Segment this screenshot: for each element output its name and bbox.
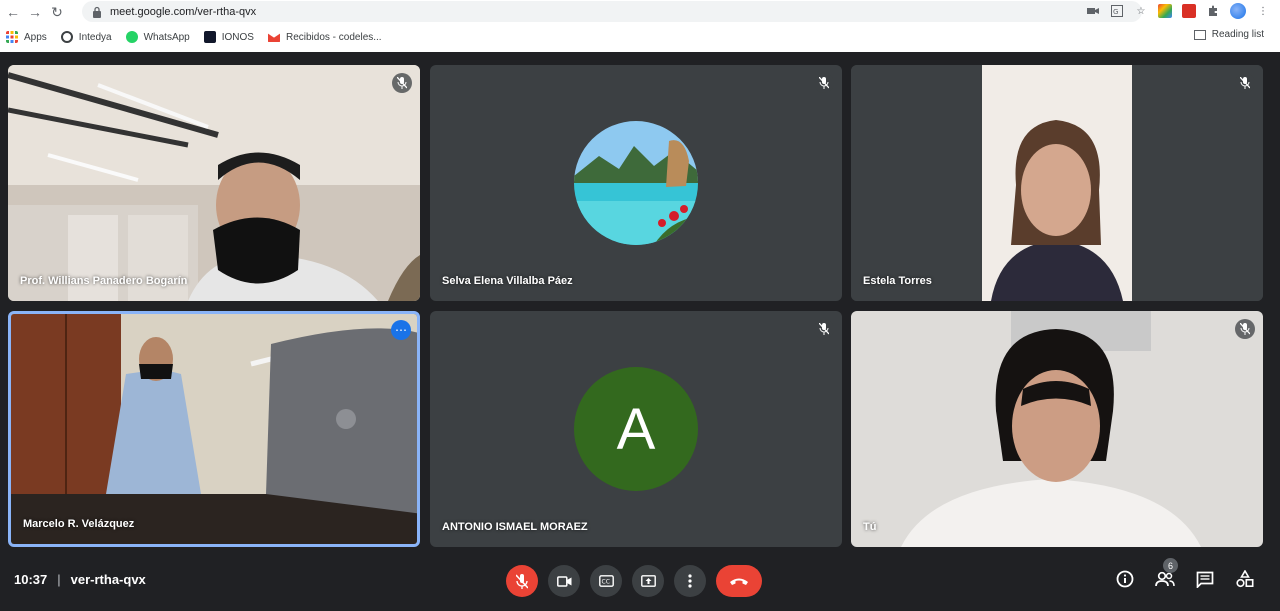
side-panel-controls: 6 — [1114, 558, 1256, 590]
participant-video — [8, 65, 420, 301]
bookmarks-bar: Apps Intedya WhatsApp IONOS Recibidos - … — [0, 27, 1280, 47]
mic-off-icon — [516, 573, 528, 589]
camera-toggle-button[interactable] — [548, 565, 580, 597]
present-now-button[interactable] — [632, 565, 664, 597]
present-icon — [640, 575, 656, 587]
mic-toggle-button[interactable] — [506, 565, 538, 597]
separator: | — [57, 572, 61, 587]
mic-off-icon — [1235, 73, 1255, 93]
activities-icon — [1236, 570, 1254, 588]
profile-avatar-icon[interactable] — [1230, 3, 1246, 19]
videocam-icon — [556, 575, 571, 587]
participant-avatar-letter: A — [574, 367, 698, 491]
mic-off-icon — [392, 73, 412, 93]
participant-name: Marcelo R. Velázquez — [23, 518, 135, 530]
bookmark-label: Recibidos - codeles... — [285, 31, 382, 43]
call-end-icon — [730, 578, 748, 585]
puzzle-icon[interactable] — [1206, 4, 1220, 18]
meeting-details-button[interactable] — [1114, 568, 1136, 590]
gmail-icon — [267, 32, 280, 42]
participant-tile[interactable]: Prof. Willians Panadero Bogarín — [8, 65, 420, 301]
colorful-extension-icon[interactable] — [1158, 4, 1172, 18]
participant-name: ANTONIO ISMAEL MORAEZ — [442, 521, 588, 533]
captions-icon: CC — [598, 575, 614, 587]
info-icon — [1116, 570, 1134, 588]
participant-tile[interactable]: Estela Torres — [851, 65, 1263, 301]
toolbar: ← → ↻ meet.google.com/ver-rtha-qvx G ☆ ⋮ — [0, 0, 1280, 24]
participant-name: Prof. Willians Panadero Bogarín — [20, 275, 188, 287]
apps-grid-icon — [6, 31, 18, 43]
ionos-icon — [203, 31, 216, 43]
participant-tile[interactable]: Selva Elena Villalba Páez — [430, 65, 842, 301]
reading-list-icon — [1193, 29, 1206, 40]
participant-count-badge: 6 — [1163, 558, 1178, 573]
mic-off-icon — [814, 319, 834, 339]
participant-video — [11, 314, 417, 544]
bookmark-label: WhatsApp — [143, 31, 190, 43]
mic-off-icon — [814, 73, 834, 93]
url-text: meet.google.com/ver-rtha-qvx — [110, 5, 257, 18]
participant-tile[interactable]: A ANTONIO ISMAEL MORAEZ — [430, 311, 842, 547]
meeting-info: 10:37 | ver-rtha-qvx — [14, 572, 146, 587]
participant-tile[interactable]: Tú — [851, 311, 1263, 547]
reload-icon[interactable]: ↻ — [46, 1, 68, 23]
forward-icon[interactable]: → — [24, 1, 46, 23]
participant-name: Selva Elena Villalba Páez — [442, 275, 573, 287]
menu-dots-icon[interactable]: ⋮ — [1256, 4, 1270, 18]
more-vert-icon — [688, 574, 692, 588]
whatsapp-icon — [125, 31, 138, 43]
mic-off-icon — [1235, 319, 1255, 339]
captions-button[interactable]: CC — [590, 565, 622, 597]
bookmark-gmail[interactable]: Recibidos - codeles... — [267, 31, 382, 43]
chat-icon — [1196, 571, 1214, 588]
more-options-button[interactable] — [674, 565, 706, 597]
participant-video — [851, 311, 1263, 547]
activities-button[interactable] — [1234, 568, 1256, 590]
bookmark-ionos[interactable]: IONOS — [203, 31, 254, 43]
bookmark-label: Intedya — [78, 31, 112, 43]
participant-name: Estela Torres — [863, 275, 932, 287]
browser-chrome: ← → ↻ meet.google.com/ver-rtha-qvx G ☆ ⋮… — [0, 0, 1280, 52]
call-controls: CC — [506, 565, 762, 597]
participants-button[interactable]: 6 — [1154, 558, 1178, 590]
svg-text:G: G — [1113, 8, 1118, 16]
participant-video — [851, 65, 1263, 301]
reading-list-label: Reading list — [1211, 29, 1264, 40]
translate-icon[interactable]: G — [1110, 4, 1124, 18]
pdf-extension-icon[interactable] — [1182, 4, 1196, 18]
participant-name: Tú — [863, 521, 877, 533]
chat-button[interactable] — [1194, 568, 1216, 590]
lock-icon — [93, 6, 101, 18]
camera-icon[interactable] — [1086, 4, 1100, 18]
extension-icons: G ☆ ⋮ — [1086, 3, 1270, 19]
more-options-button[interactable]: ⋯ — [391, 320, 411, 340]
reading-list-button[interactable]: Reading list — [1193, 29, 1264, 40]
meeting-code: ver-rtha-qvx — [70, 572, 146, 587]
globe-icon — [60, 31, 73, 43]
participant-tile[interactable]: ⋯ Marcelo R. Velázquez — [8, 311, 420, 547]
bookmark-label: IONOS — [221, 31, 254, 43]
bookmark-label: Apps — [24, 31, 47, 43]
participant-avatar-image — [574, 121, 698, 245]
meeting-time: 10:37 — [14, 572, 48, 587]
back-icon[interactable]: ← — [2, 1, 24, 23]
svg-text:CC: CC — [601, 579, 609, 586]
address-bar[interactable]: meet.google.com/ver-rtha-qvx — [82, 1, 1142, 22]
bookmark-intedya[interactable]: Intedya — [60, 31, 112, 43]
leave-call-button[interactable] — [716, 565, 762, 597]
bookmark-whatsapp[interactable]: WhatsApp — [125, 31, 190, 43]
meeting-control-bar: 10:37 | ver-rtha-qvx CC 6 — [0, 556, 1280, 611]
bookmark-apps[interactable]: Apps — [6, 31, 47, 43]
people-icon — [1155, 571, 1175, 587]
star-icon[interactable]: ☆ — [1134, 4, 1148, 18]
